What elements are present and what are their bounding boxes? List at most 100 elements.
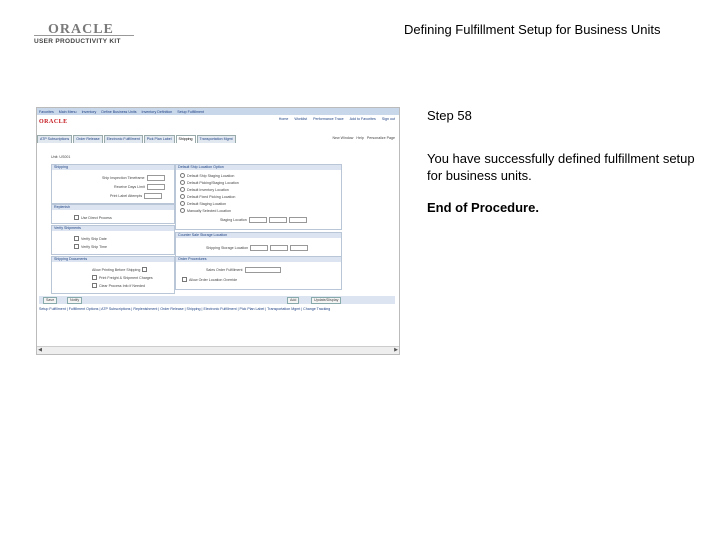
page-title: Defining Fulfillment Setup for Business … [404,22,661,37]
nav-links: Home Worklist Performance Trace Add to F… [279,117,395,121]
new-window-link[interactable]: New Window [332,136,353,140]
scroll-right-icon[interactable]: ▶ [393,347,399,354]
radio-row: Default Inventory Location [180,187,229,192]
checkbox[interactable] [74,236,79,241]
field-label: Ship Inspection Timeframe [102,176,145,180]
update-display-button[interactable]: Update/Display [311,297,342,304]
step-message: You have successfully defined fulfillmen… [427,151,695,183]
radio-row: Default Fixed Picking Location [180,194,235,199]
radio-button[interactable] [180,194,185,199]
field-label: Receive Days Limit [114,185,145,189]
field-label: Clear Process Info if Needed [99,283,145,288]
step-number: Step 58 [427,108,472,123]
replenish-panel: Replenish Use Direct Process [51,204,175,224]
form-row: Staging Location [220,217,307,223]
tab-atp[interactable]: ATP Subscriptions [37,135,73,143]
help-link[interactable]: Help [356,136,363,140]
app-brand: ORACLE [39,119,68,125]
field-label: Default Ship Staging Location [187,173,235,178]
radio-button[interactable] [180,201,185,206]
menu-item[interactable]: Main Menu [59,110,77,114]
verify-panel: Verify Shipments Verify Ship Date Verify… [51,225,175,255]
checkbox[interactable] [182,277,187,282]
end-of-procedure: End of Procedure. [427,200,539,215]
text-input[interactable] [146,175,165,181]
tab-pick-plan[interactable]: Pick Plan Label [143,135,175,143]
nav-link-favorites[interactable]: Add to Favorites [350,117,376,121]
menu-item[interactable]: Define Business Units [101,110,136,114]
text-input[interactable] [290,245,309,251]
radio-button[interactable] [180,187,185,192]
form-row: Verify Ship Time [74,244,107,249]
horizontal-scrollbar[interactable]: ◀ ▶ [37,346,399,354]
checkbox[interactable] [74,215,79,220]
text-input[interactable] [268,217,287,223]
radio-button[interactable] [180,208,185,213]
documents-panel: Shipping Documents Allow Printing Before… [51,256,175,294]
field-label: Sales Order Fulfillment [206,268,243,272]
form-row: Sales Order Fulfillment [206,267,281,273]
form-row: Shipping Storage Location [206,245,309,251]
field-label: Allow Order Location Override [189,277,238,282]
dropdown[interactable] [244,267,281,273]
checkbox[interactable] [92,275,97,280]
field-label: Verify Ship Date [81,236,107,241]
radio-row: Default Picking/Staging Location [180,180,239,185]
text-input[interactable] [288,217,307,223]
tab-order-release[interactable]: Order Release [73,135,103,143]
field-label: Verify Ship Time [81,244,107,249]
nav-link-worklist[interactable]: Worklist [294,117,307,121]
form-row: Use Direct Process [74,215,112,220]
text-input[interactable] [270,245,289,251]
panel-header: Verify Shipments [52,226,174,231]
radio-row: Default Ship Staging Location [180,173,234,178]
text-input[interactable] [144,193,163,199]
field-label: Shipping Storage Location [206,246,249,250]
nav-link-home[interactable]: Home [279,117,289,121]
radio-row: Manually Selected Location [180,208,231,213]
default-location-panel: Default Ship Location Option Default Shi… [175,164,342,230]
form-row: Print Label Attempts [110,193,163,199]
field-label: Default Picking/Staging Location [187,180,239,185]
order-procedures-panel: Order Procedures Sales Order Fulfillment… [175,256,342,290]
personalize-link[interactable]: Personalize Page [367,136,395,140]
checkbox[interactable] [74,244,79,249]
form-row: Receive Days Limit [114,184,165,190]
tab-transportation[interactable]: Transportation Mgmt [196,135,236,143]
footer-links[interactable]: Setup Fulfillment | Fulfillment Options … [39,307,330,311]
panel-header: Order Procedures [176,257,341,262]
checkbox[interactable] [92,283,97,288]
notify-button[interactable]: Notify [67,297,83,304]
form-row: Allow Order Location Override [182,277,237,282]
page-links: New Window Help Personalize Page [332,136,395,140]
menu-item[interactable]: Inventory [82,110,97,114]
scroll-left-icon[interactable]: ◀ [37,347,43,354]
menu-item[interactable]: Inventory Definition [142,110,173,114]
form-row: Allow Printing Before Shipping [92,267,148,272]
tab-shipping[interactable]: Shipping [175,135,196,143]
tab-electronic[interactable]: Electronic Fulfillment [103,135,143,143]
menu-item[interactable]: Setup Fulfillment [177,110,204,114]
add-button[interactable]: Add [287,297,300,304]
checkbox[interactable] [142,267,148,272]
field-label: Manually Selected Location [187,208,231,213]
text-input[interactable] [146,184,165,190]
form-row: Print Freight & Shipment Charges [92,275,153,280]
nav-bar: ORACLE Home Worklist Performance Trace A… [37,115,399,128]
text-input[interactable] [248,217,267,223]
save-button[interactable]: Save [43,297,58,304]
menu-item[interactable]: Favorites [39,110,54,114]
form-row: Verify Ship Date [74,236,107,241]
menu-bar: Favorites Main Menu Inventory Define Bus… [37,108,399,115]
shipping-panel: Shipping Ship Inspection Timeframe Recei… [51,164,175,204]
panel-header: Shipping [52,165,174,170]
nav-link-performance[interactable]: Performance Trace [313,117,344,121]
panel-header: Shipping Documents [52,257,174,262]
form-row: Clear Process Info if Needed [92,283,145,288]
text-input[interactable] [250,245,269,251]
field-label: Staging Location [220,218,247,222]
field-label: Print Freight & Shipment Charges [99,275,153,280]
radio-button[interactable] [180,173,185,178]
radio-button[interactable] [180,180,185,185]
nav-link-signout[interactable]: Sign out [382,117,395,121]
